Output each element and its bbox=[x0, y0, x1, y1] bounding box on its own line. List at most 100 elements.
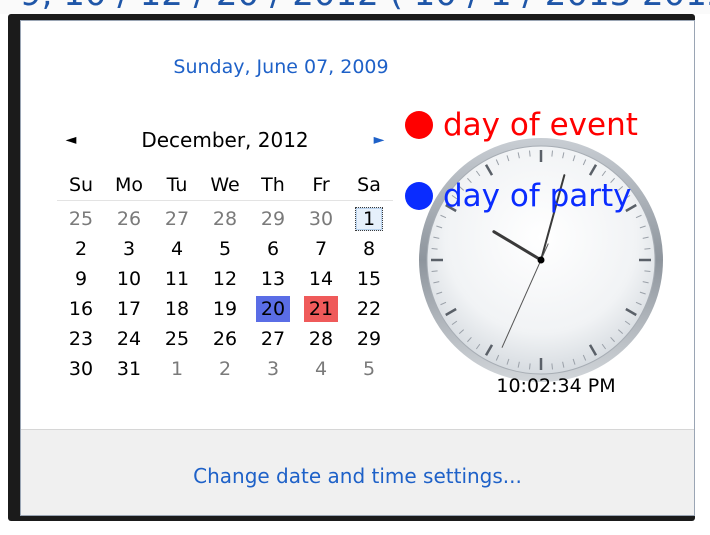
arrow-right-icon: ► bbox=[373, 132, 385, 148]
calendar-day-number: 27 bbox=[260, 328, 286, 350]
calendar-day[interactable]: 22 bbox=[345, 294, 393, 324]
calendar-day[interactable]: 3 bbox=[249, 354, 297, 384]
calendar-day-number: 15 bbox=[356, 268, 382, 290]
calendar-day[interactable]: 4 bbox=[153, 234, 201, 264]
clock-minute-tick bbox=[431, 270, 438, 272]
calendar-day-number: 19 bbox=[212, 298, 238, 320]
calendar-day[interactable]: 11 bbox=[153, 264, 201, 294]
calendar-day[interactable]: 14 bbox=[297, 264, 345, 294]
calendar-day[interactable]: 2 bbox=[57, 234, 105, 264]
calendar-day-number: 29 bbox=[260, 208, 286, 230]
calendar-day-number: 7 bbox=[314, 238, 328, 260]
calendar-day-number: 3 bbox=[122, 238, 136, 260]
calendar-day[interactable]: 23 bbox=[57, 324, 105, 354]
calendar-day-number: 26 bbox=[212, 328, 238, 350]
calendar-day[interactable]: 25 bbox=[57, 204, 105, 234]
calendar-day-number: 8 bbox=[362, 238, 376, 260]
calendar-day[interactable]: 27 bbox=[249, 324, 297, 354]
calendar-day[interactable]: 25 bbox=[153, 324, 201, 354]
calendar-day-number: 18 bbox=[164, 298, 190, 320]
calendar-day[interactable]: 6 bbox=[249, 234, 297, 264]
calendar-day[interactable]: 15 bbox=[345, 264, 393, 294]
calendar-day[interactable]: 18 bbox=[153, 294, 201, 324]
calendar-day[interactable]: 28 bbox=[201, 204, 249, 234]
calendar-day-today[interactable]: 1 bbox=[345, 204, 393, 234]
calendar-day-number: 6 bbox=[266, 238, 280, 260]
blue-dot-icon bbox=[405, 182, 433, 210]
weekday-label: Su bbox=[68, 174, 94, 196]
calendar-day-number: 17 bbox=[116, 298, 142, 320]
legend-event: day of event bbox=[405, 107, 638, 143]
calendar-day-number: 9 bbox=[74, 268, 88, 290]
legend-event-label: day of event bbox=[443, 107, 638, 143]
calendar-day[interactable]: 29 bbox=[249, 204, 297, 234]
calendar-day[interactable]: 4 bbox=[297, 354, 345, 384]
next-month-button[interactable]: ► bbox=[369, 125, 389, 155]
calendar-day[interactable]: 2 bbox=[201, 354, 249, 384]
calendar-day[interactable]: 29 bbox=[345, 324, 393, 354]
flyout-footer: Change date and time settings... bbox=[21, 429, 694, 515]
calendar-day-number: 27 bbox=[164, 208, 190, 230]
calendar-day-number: 28 bbox=[308, 328, 334, 350]
calendar-day[interactable]: 30 bbox=[297, 204, 345, 234]
calendar-day[interactable]: 7 bbox=[297, 234, 345, 264]
calendar-day[interactable]: 8 bbox=[345, 234, 393, 264]
calendar-day-number: 5 bbox=[218, 238, 232, 260]
calendar-day[interactable]: 27 bbox=[153, 204, 201, 234]
red-dot-icon bbox=[405, 111, 433, 139]
weekday-label: We bbox=[210, 174, 240, 196]
calendar-day-number: 4 bbox=[314, 358, 328, 380]
calendar-day[interactable]: 16 bbox=[57, 294, 105, 324]
weekday-label: Fr bbox=[312, 174, 330, 196]
calendar-day-number: 4 bbox=[170, 238, 184, 260]
calendar-day[interactable]: 17 bbox=[105, 294, 153, 324]
calendar-day-number: 16 bbox=[68, 298, 94, 320]
calendar-day-number: 30 bbox=[308, 208, 334, 230]
calendar-day[interactable]: 1 bbox=[153, 354, 201, 384]
clock-minute-tick bbox=[431, 248, 438, 250]
calendar-day-number: 3 bbox=[266, 358, 280, 380]
calendar-day-number: 13 bbox=[260, 268, 286, 290]
calendar-day-number: 29 bbox=[356, 328, 382, 350]
month-year-title[interactable]: December, 2012 bbox=[81, 125, 369, 155]
legend-party: day of party bbox=[405, 178, 632, 214]
weekday-label: Sa bbox=[357, 174, 381, 196]
analog-clock bbox=[416, 135, 666, 385]
calendar-day-event[interactable]: 21 bbox=[297, 294, 345, 324]
calendar-day-number: 1 bbox=[355, 207, 383, 231]
clock-minute-tick bbox=[551, 363, 553, 370]
calendar-day[interactable]: 28 bbox=[297, 324, 345, 354]
calendar-day[interactable]: 31 bbox=[105, 354, 153, 384]
calendar-day-party[interactable]: 20 bbox=[249, 294, 297, 324]
calendar-day[interactable]: 24 bbox=[105, 324, 153, 354]
arrow-left-icon: ◄ bbox=[65, 132, 77, 148]
clock-minute-tick bbox=[529, 150, 531, 157]
calendar-day[interactable]: 5 bbox=[345, 354, 393, 384]
legend-party-label: day of party bbox=[443, 178, 632, 214]
calendar-day[interactable]: 19 bbox=[201, 294, 249, 324]
weekday-header: Su Mo Tu We Th Fr Sa bbox=[57, 171, 393, 199]
change-date-time-settings-link[interactable]: Change date and time settings... bbox=[21, 464, 694, 488]
calendar-day[interactable]: 3 bbox=[105, 234, 153, 264]
calendar-day-number: 28 bbox=[212, 208, 238, 230]
clock-face-svg bbox=[419, 138, 663, 382]
calendar-day[interactable]: 26 bbox=[201, 324, 249, 354]
calendar-day[interactable]: 13 bbox=[249, 264, 297, 294]
calendar-day-number: 1 bbox=[170, 358, 184, 380]
calendar-day[interactable]: 5 bbox=[201, 234, 249, 264]
clock-minute-tick bbox=[529, 363, 531, 370]
calendar-day-number: 11 bbox=[164, 268, 190, 290]
calendar-day[interactable]: 12 bbox=[201, 264, 249, 294]
calendar-day[interactable]: 26 bbox=[105, 204, 153, 234]
calendar-day-number: 26 bbox=[116, 208, 142, 230]
date-time-flyout: Sunday, June 07, 2009 ◄ December, 2012 ►… bbox=[20, 20, 695, 516]
calendar-day-grid: 25 26 27 28 29 30 1 2 3 4 5 6 7 8 9 10 11 12 13 14 15 16 17 18 1… bbox=[57, 204, 393, 384]
long-date-link[interactable]: Sunday, June 07, 2009 bbox=[21, 56, 541, 78]
calendar-day[interactable]: 30 bbox=[57, 354, 105, 384]
previous-month-button[interactable]: ◄ bbox=[61, 125, 81, 155]
calendar-day-number: 25 bbox=[164, 328, 190, 350]
calendar-day[interactable]: 10 bbox=[105, 264, 153, 294]
calendar-day-number: 30 bbox=[68, 358, 94, 380]
calendar-day[interactable]: 9 bbox=[57, 264, 105, 294]
background-window-strip: 9, 10 / 12 / 20 / 2012 ( 10 / 1 / 2013 2… bbox=[0, 0, 710, 14]
